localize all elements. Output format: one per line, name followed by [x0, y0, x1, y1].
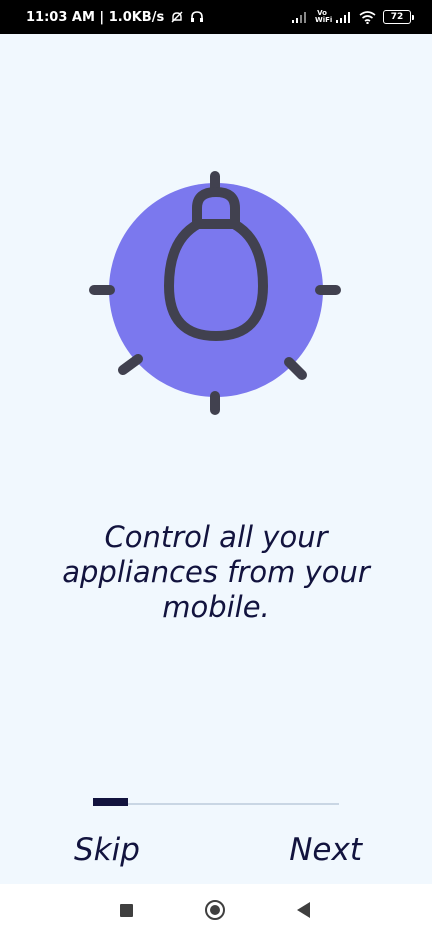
- progress-indicator: [93, 798, 128, 806]
- next-button[interactable]: Next: [289, 828, 362, 872]
- onboarding-headline: Control all your appliances from your mo…: [62, 520, 370, 624]
- home-icon[interactable]: [205, 900, 225, 920]
- signal-icon: [292, 11, 308, 23]
- skip-button[interactable]: Skip: [74, 828, 140, 872]
- lightbulb-icon: [86, 168, 346, 420]
- mute-icon: [170, 10, 184, 24]
- battery-tip: [412, 14, 414, 20]
- ray-bottom-right: [284, 357, 307, 380]
- ray-bottom-left: [118, 354, 143, 375]
- status-time: 11:03 AM | 1.0KB/s: [26, 9, 165, 25]
- wifi-icon: [359, 10, 376, 24]
- battery-level: 72: [383, 10, 411, 24]
- status-left: 11:03 AM | 1.0KB/s: [26, 10, 204, 25]
- back-icon[interactable]: [297, 902, 310, 918]
- status-right: Vo WiFi 72: [292, 10, 414, 24]
- progress-track: [93, 803, 339, 805]
- status-bar: 11:03 AM | 1.0KB/s Vo WiFi 72: [0, 0, 432, 34]
- battery-icon: 72: [383, 10, 414, 24]
- home-icon-dot: [210, 905, 220, 915]
- system-nav-bar: [0, 884, 432, 936]
- recents-icon[interactable]: [120, 904, 133, 917]
- signal-icon-2: [336, 11, 352, 23]
- headphones-icon: [190, 10, 204, 24]
- volte-label: Vo WiFi: [315, 9, 333, 24]
